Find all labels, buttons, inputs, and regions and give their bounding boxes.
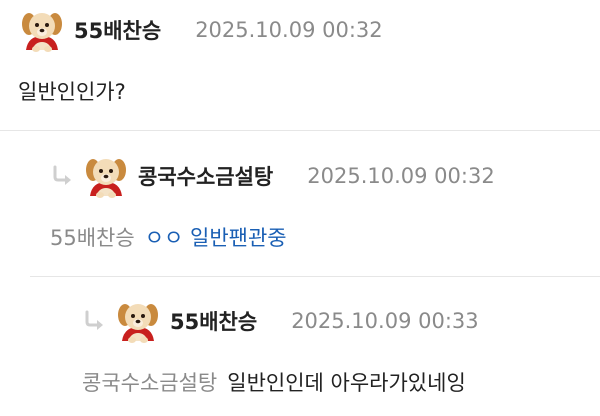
comment-nickname[interactable]: 55배찬승 <box>74 15 161 45</box>
reply-mention[interactable]: 55배찬승 <box>50 226 135 250</box>
comment-header: 55배찬승 2025.10.09 00:32 <box>18 6 383 54</box>
puppy-avatar-icon[interactable] <box>82 152 130 200</box>
reply-divider <box>30 276 600 277</box>
reply-timestamp: 2025.10.09 00:32 <box>307 164 495 188</box>
reply-nickname[interactable]: 콩국수소금설탕 <box>138 161 273 191</box>
puppy-avatar-icon[interactable] <box>114 297 162 345</box>
nested-reply-body: 콩국수소금설탕 일반인인데 아우라가있네잉 <box>82 367 466 397</box>
reply-text: ㅇㅇ 일반팬관중 <box>144 226 287 250</box>
nested-reply-text: 일반인인데 아우라가있네잉 <box>227 371 466 395</box>
nested-reply-timestamp: 2025.10.09 00:33 <box>291 309 479 333</box>
reply-header: 콩국수소금설탕 2025.10.09 00:32 <box>50 152 495 200</box>
reply-body: 55배찬승 ㅇㅇ 일반팬관중 <box>50 222 287 252</box>
nested-reply-nickname[interactable]: 55배찬승 <box>170 306 257 336</box>
puppy-avatar-icon[interactable] <box>18 6 66 54</box>
nested-reply-mention[interactable]: 콩국수소금설탕 <box>82 371 217 395</box>
comment-body: 일반인인가? <box>18 76 126 106</box>
reply-arrow-icon <box>82 308 108 334</box>
reply-arrow-icon <box>50 163 76 189</box>
comment-divider <box>0 130 600 131</box>
nested-reply-header: 55배찬승 2025.10.09 00:33 <box>82 297 479 345</box>
comment-timestamp: 2025.10.09 00:32 <box>195 18 383 42</box>
comment-text: 일반인인가? <box>18 80 126 104</box>
